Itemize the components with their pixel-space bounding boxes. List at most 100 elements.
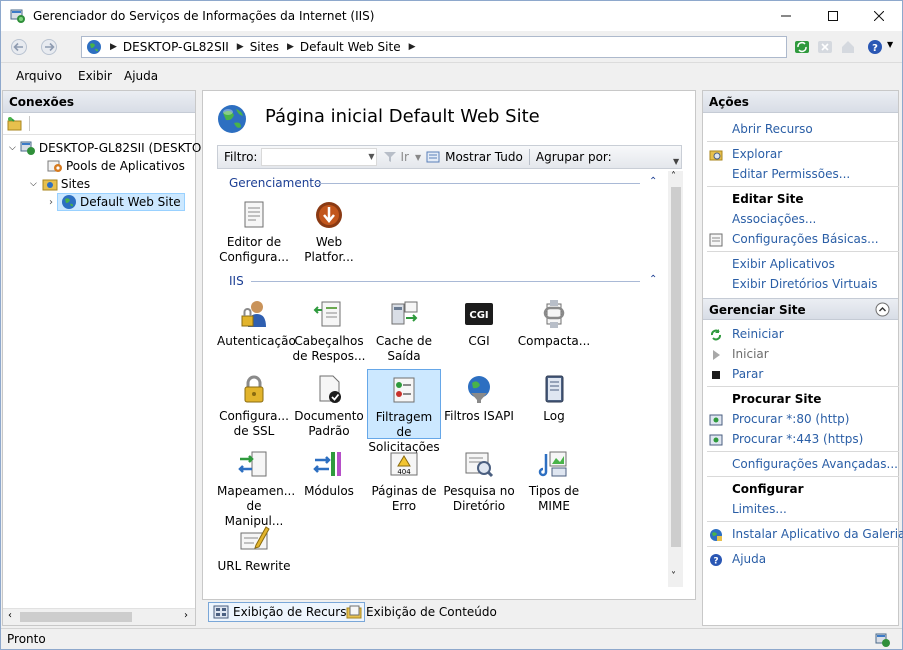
group-by-dropdown-icon[interactable]: ▼ <box>673 157 679 166</box>
menu-file[interactable]: Arquivo <box>16 69 62 83</box>
feature-handler-mappings[interactable]: Mapeamen... de Manipul... <box>217 444 296 528</box>
collapse-group-icon[interactable]: ⌃ <box>649 176 657 187</box>
feature-default-document[interactable]: Documento Padrão <box>292 369 366 439</box>
close-button[interactable] <box>856 1 902 31</box>
expand-icon[interactable]: › <box>49 197 53 208</box>
tree-item-sites[interactable]: ⌵ Sites <box>30 176 90 192</box>
action-view-applications[interactable]: Exibir Aplicativos <box>732 257 835 271</box>
action-help[interactable]: Ajuda <box>732 552 766 566</box>
actions-header: Ações <box>703 91 898 113</box>
isapi-filters-icon <box>468 376 490 403</box>
lock-icon <box>244 375 264 403</box>
forward-button[interactable] <box>36 36 62 58</box>
action-view-virtual-dirs[interactable]: Exibir Diretórios Virtuais <box>732 277 878 291</box>
group-title: Gerenciamento <box>229 176 322 190</box>
filter-dropdown-icon[interactable]: ▼ <box>368 152 374 161</box>
scroll-up-icon[interactable]: ˄ <box>671 171 676 182</box>
menu-view[interactable]: Exibir <box>78 69 112 83</box>
action-open-feature[interactable]: Abrir Recurso <box>732 122 813 136</box>
request-filtering-icon <box>393 377 415 403</box>
feature-cgi[interactable]: CGI CGI <box>442 294 516 364</box>
feature-isapi-filters[interactable]: Filtros ISAPI <box>442 369 516 439</box>
feature-modules[interactable]: Módulos <box>292 444 366 514</box>
feature-web-platform[interactable]: Web Platfor... <box>292 195 366 265</box>
feature-request-filtering[interactable]: Filtragem de Solicitações <box>367 369 441 454</box>
tree-item-server[interactable]: ⌵ DESKTOP-GL82SII (DESKTOP <box>9 140 209 156</box>
menu-help[interactable]: Ajuda <box>124 69 158 83</box>
mime-types-icon <box>538 451 567 477</box>
action-explore[interactable]: Explorar <box>732 147 782 161</box>
stop-icon[interactable] <box>817 39 833 55</box>
crumb-sites[interactable]: Sites <box>250 40 279 54</box>
action-install-gallery[interactable]: Instalar Aplicativo da Galeria <box>732 527 903 541</box>
action-browse-443[interactable]: Procurar *:443 (https) <box>732 432 863 446</box>
minimize-button[interactable] <box>763 1 809 31</box>
selected-node: Default Web Site <box>57 193 185 211</box>
feature-compression[interactable]: Compacta... <box>517 294 591 364</box>
group-header-iis[interactable]: IIS <box>229 274 244 288</box>
actions-pane: Ações Abrir Recurso Explorar Editar Perm… <box>702 90 903 626</box>
group-divider <box>251 281 640 282</box>
action-basic-settings[interactable]: Configurações Básicas... <box>732 232 879 246</box>
go-dropdown-icon[interactable]: ▼ <box>415 153 421 162</box>
feature-url-rewrite[interactable]: URL Rewrite <box>217 519 291 589</box>
collapse-icon[interactable]: ⌵ <box>9 143 16 153</box>
scroll-left-icon[interactable]: ‹ <box>8 610 12 621</box>
crumb-server[interactable]: DESKTOP-GL82SII <box>123 40 229 54</box>
feature-http-headers[interactable]: Cabeçalhos de Respos... <box>292 294 366 364</box>
status-bar: Pronto <box>1 628 902 649</box>
scroll-down-icon[interactable]: ˅ <box>671 571 676 582</box>
feature-label: Tipos de <box>528 484 580 498</box>
configure-heading: Configurar <box>732 482 804 496</box>
group-by-label[interactable]: Agrupar por: <box>536 150 612 164</box>
refresh-icon[interactable] <box>794 39 810 55</box>
address-bar[interactable]: ▶ DESKTOP-GL82SII ▶ Sites ▶ Default Web … <box>81 36 787 58</box>
crumb-site[interactable]: Default Web Site <box>300 40 401 54</box>
http-headers-icon <box>313 301 341 327</box>
scroll-thumb[interactable] <box>20 612 132 622</box>
feature-ssl-settings[interactable]: Configura... de SSL <box>217 369 291 439</box>
action-divider <box>707 251 899 252</box>
maximize-button[interactable] <box>810 1 856 31</box>
connections-hscrollbar[interactable]: ‹ › <box>3 608 195 625</box>
action-bindings[interactable]: Associações... <box>732 212 816 226</box>
feature-config-editor[interactable]: Editor de Configura... <box>217 195 291 265</box>
feature-output-caching[interactable]: Cache de Saída <box>367 294 441 364</box>
feature-label: Padrão <box>308 424 350 438</box>
group-header-management[interactable]: Gerenciamento <box>229 176 321 190</box>
help-dropdown-icon[interactable]: ▼ <box>887 40 893 49</box>
action-limits[interactable]: Limites... <box>732 502 787 516</box>
action-edit-permissions[interactable]: Editar Permissões... <box>732 167 850 181</box>
scroll-right-icon[interactable]: › <box>184 610 188 621</box>
create-connection-icon[interactable] <box>7 116 23 132</box>
feature-logging[interactable]: Log <box>517 369 591 439</box>
tree-item-default-web-site[interactable]: › Default Web Site <box>49 193 185 211</box>
features-pane: Página inicial Default Web Site Filtro: … <box>202 90 696 600</box>
features-vscrollbar[interactable]: ˄ ˅ <box>668 171 683 587</box>
back-button[interactable] <box>6 36 32 58</box>
content-view-tab[interactable]: Exibição de Conteúdo <box>342 602 501 622</box>
action-browse-80[interactable]: Procurar *:80 (http) <box>732 412 849 426</box>
feature-mime-types[interactable]: Tipos de MIME <box>517 444 591 514</box>
feature-error-pages[interactable]: 404 Páginas de Erro <box>367 444 441 514</box>
feature-label: Mapeamen... <box>217 484 296 498</box>
crumb-separator-icon: ▶ <box>408 42 416 52</box>
collapse-section-icon[interactable] <box>875 302 890 317</box>
filter-input[interactable]: ▼ <box>261 148 378 166</box>
go-button[interactable]: Ir <box>400 150 408 164</box>
collapse-group-icon[interactable]: ⌃ <box>649 274 657 285</box>
minimize-icon <box>781 15 791 17</box>
action-restart[interactable]: Reiniciar <box>732 327 784 341</box>
home-icon[interactable] <box>840 39 856 55</box>
feature-authentication[interactable]: Autenticação <box>217 294 296 364</box>
manage-site-header[interactable]: Gerenciar Site <box>703 298 898 320</box>
collapse-icon[interactable]: ⌵ <box>30 179 37 189</box>
show-all-button[interactable]: Mostrar Tudo <box>445 150 523 164</box>
content-view-icon <box>346 605 362 619</box>
action-advanced-settings[interactable]: Configurações Avançadas... <box>732 457 898 471</box>
scroll-thumb[interactable] <box>671 187 681 547</box>
action-stop[interactable]: Parar <box>732 367 763 381</box>
feature-directory-browsing[interactable]: Pesquisa no Diretório <box>442 444 516 514</box>
help-icon[interactable]: ? <box>867 39 883 55</box>
tree-item-app-pools[interactable]: Pools de Aplicativos <box>47 158 185 174</box>
